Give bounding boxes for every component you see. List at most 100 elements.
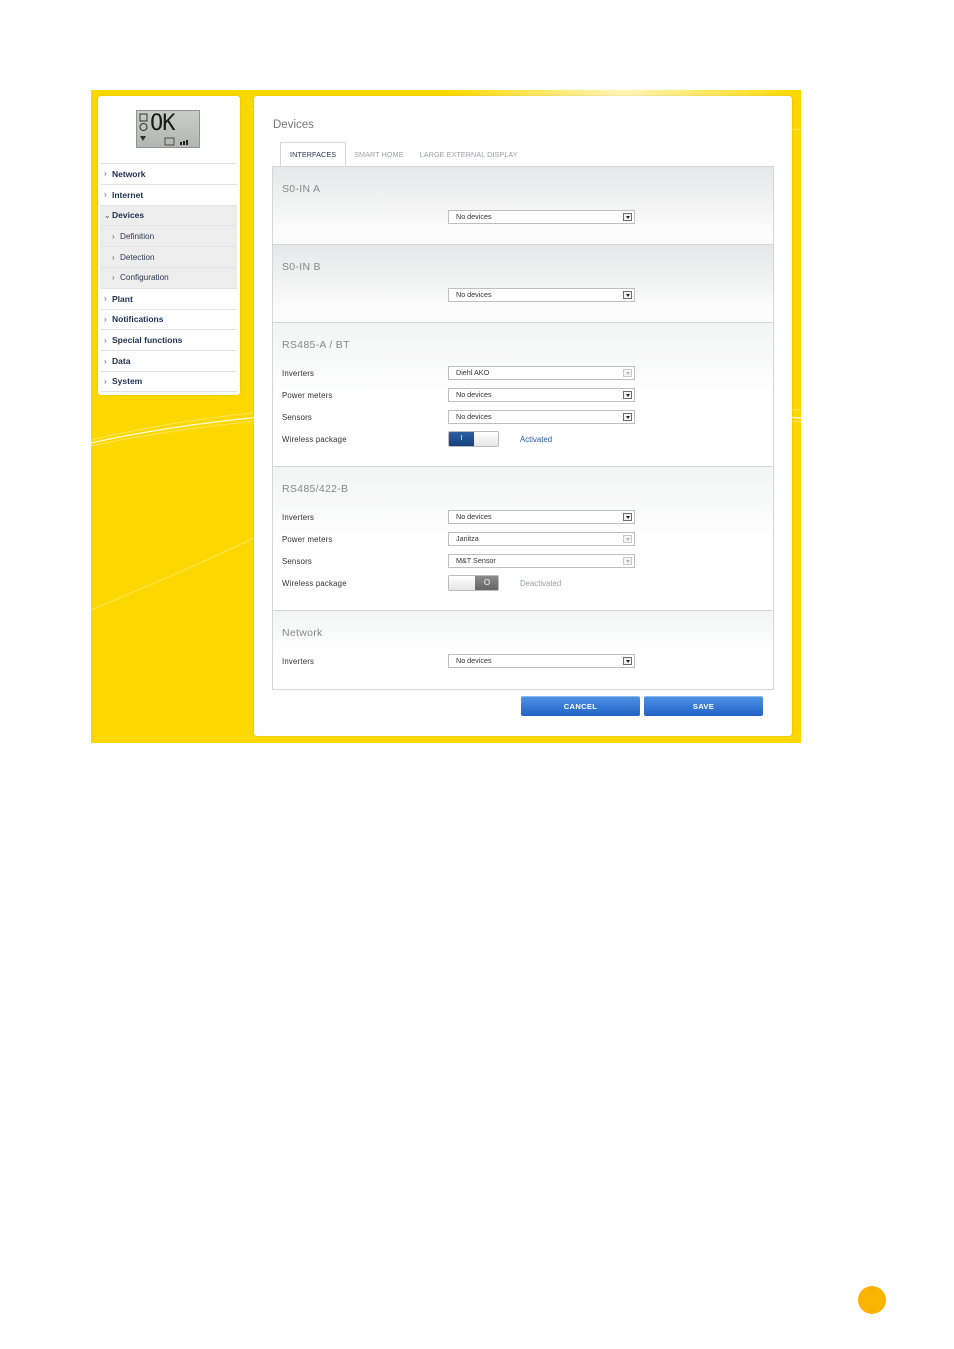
select-value: No devices <box>456 290 492 299</box>
select-value: No devices <box>456 412 492 421</box>
sidebar-item-network[interactable]: › Network <box>100 163 237 184</box>
chevron-right-icon: › <box>104 356 107 366</box>
section-title: S0-IN B <box>282 261 321 273</box>
wireless-status-text: Activated <box>520 435 553 444</box>
select-value: M&T Sensor <box>456 556 496 565</box>
chevron-right-icon: › <box>104 314 107 324</box>
sidebar-item-notifications[interactable]: › Notifications <box>100 308 237 330</box>
wireless-package-label: Wireless package <box>282 435 347 444</box>
chevron-right-icon: › <box>112 252 115 262</box>
dropdown-arrow-icon <box>623 413 632 421</box>
sidebar-item-label: Special functions <box>112 335 183 346</box>
sensors-label: Sensors <box>282 413 313 422</box>
sidebar-item-devices[interactable]: ⌄ Devices <box>100 204 237 226</box>
tab-smart-home[interactable]: SMART HOME <box>346 142 411 166</box>
power-meters-label: Power meters <box>282 391 333 400</box>
chevron-right-icon: › <box>104 169 107 179</box>
chevron-down-icon: ⌄ <box>104 210 111 220</box>
section-s0-in-a: S0-IN A No devices <box>273 167 773 245</box>
toggle-on-indicator: I <box>449 432 474 446</box>
sidebar-item-plant[interactable]: › Plant <box>100 287 237 309</box>
rs485a-inverters-select[interactable]: Diehl AKO <box>448 366 635 380</box>
sidebar-item-label: Definition <box>120 231 155 241</box>
inverters-label: Inverters <box>282 657 315 666</box>
rs485b-inverters-select[interactable]: No devices <box>448 510 635 524</box>
chevron-right-icon: › <box>112 273 115 283</box>
select-value: No devices <box>456 212 492 221</box>
dropdown-arrow-icon <box>623 657 632 665</box>
sidebar-item-system[interactable]: › System <box>100 370 237 392</box>
dropdown-arrow-icon <box>623 391 632 399</box>
inverters-label: Inverters <box>282 513 315 522</box>
tab-interfaces[interactable]: INTERFACES <box>280 142 347 166</box>
rs485a-wireless-toggle[interactable]: I <box>448 431 499 447</box>
toggle-knob <box>474 432 498 446</box>
page-title: Devices <box>273 119 314 131</box>
rs485b-power-meters-select[interactable]: Janitza <box>448 532 635 546</box>
sidebar-item-configuration[interactable]: › Configuration <box>100 266 237 288</box>
sidebar-item-data[interactable]: › Data <box>100 350 237 371</box>
dropdown-arrow-icon <box>623 369 632 377</box>
s0-in-b-select[interactable]: No devices <box>448 288 635 302</box>
sidebar-item-internet[interactable]: › Internet <box>100 183 237 205</box>
sidebar-item-label: Devices <box>112 210 145 221</box>
dropdown-arrow-icon <box>623 557 632 565</box>
rs485a-sensors-select[interactable]: No devices <box>448 410 635 424</box>
dropdown-arrow-icon <box>623 535 632 543</box>
section-title: S0-IN A <box>282 183 321 195</box>
s0-in-a-select[interactable]: No devices <box>448 210 635 224</box>
select-value: No devices <box>456 656 492 665</box>
dropdown-arrow-icon <box>623 291 632 299</box>
page-marker-dot <box>858 1286 886 1314</box>
section-title: Network <box>282 627 323 639</box>
network-inverters-select[interactable]: No devices <box>448 654 635 668</box>
tab-bar: INTERFACES SMART HOME LARGE EXTERNAL DIS… <box>280 142 526 166</box>
sidebar: OK › Network › Internet ⌄ Devices › Defi… <box>98 96 240 395</box>
toggle-off-indicator: O <box>475 576 498 590</box>
inverters-label: Inverters <box>282 369 315 378</box>
sidebar-item-label: Detection <box>120 252 155 262</box>
rs485b-wireless-toggle[interactable]: O <box>448 575 499 591</box>
cancel-button[interactable]: CANCEL <box>521 696 640 716</box>
select-value: No devices <box>456 512 492 521</box>
section-title: RS485-A / BT <box>282 339 350 351</box>
chevron-right-icon: › <box>104 294 107 304</box>
app-frame: OK › Network › Internet ⌄ Devices › Defi… <box>91 90 801 743</box>
select-value: Diehl AKO <box>456 368 490 377</box>
sidebar-item-label: Network <box>112 168 146 179</box>
tab-large-external-display[interactable]: LARGE EXTERNAL DISPLAY <box>412 142 526 166</box>
sidebar-item-label: Internet <box>112 189 144 200</box>
section-network: Network Inverters No devices <box>273 611 773 689</box>
main-panel: Devices INTERFACES SMART HOME LARGE EXTE… <box>254 96 792 736</box>
dropdown-arrow-icon <box>623 513 632 521</box>
rs485b-sensors-select[interactable]: M&T Sensor <box>448 554 635 568</box>
lcd-text: OK <box>150 111 175 136</box>
sidebar-item-definition[interactable]: › Definition <box>100 225 237 247</box>
power-meters-label: Power meters <box>282 535 333 544</box>
lcd-display: OK <box>136 110 200 148</box>
rs485a-power-meters-select[interactable]: No devices <box>448 388 635 402</box>
chevron-right-icon: › <box>112 231 115 241</box>
sidebar-nav: › Network › Internet ⌄ Devices › Definit… <box>100 163 237 392</box>
sidebar-item-label: Data <box>112 356 131 367</box>
wireless-status-text: Deactivated <box>520 579 562 588</box>
dropdown-arrow-icon <box>623 213 632 221</box>
save-button[interactable]: SAVE <box>644 696 763 716</box>
sidebar-item-detection[interactable]: › Detection <box>100 246 237 267</box>
section-rs485-422-b: RS485/422-B Inverters No devices Power m… <box>273 467 773 611</box>
chevron-right-icon: › <box>104 190 107 200</box>
select-value: Janitza <box>456 534 479 543</box>
toggle-knob <box>449 576 475 590</box>
section-s0-in-b: S0-IN B No devices <box>273 245 773 323</box>
chevron-right-icon: › <box>104 335 107 345</box>
section-title: RS485/422-B <box>282 483 349 495</box>
interfaces-form: S0-IN A No devices S0-IN B No devices RS… <box>272 166 774 690</box>
select-value: No devices <box>456 390 492 399</box>
chevron-right-icon: › <box>104 376 107 386</box>
sidebar-item-label: Plant <box>112 293 133 304</box>
section-rs485-a-bt: RS485-A / BT Inverters Diehl AKO Power m… <box>273 323 773 467</box>
sidebar-item-special-functions[interactable]: › Special functions <box>100 329 237 350</box>
sidebar-item-label: Notifications <box>112 314 164 325</box>
sensors-label: Sensors <box>282 557 313 566</box>
sidebar-item-label: Configuration <box>120 273 169 283</box>
